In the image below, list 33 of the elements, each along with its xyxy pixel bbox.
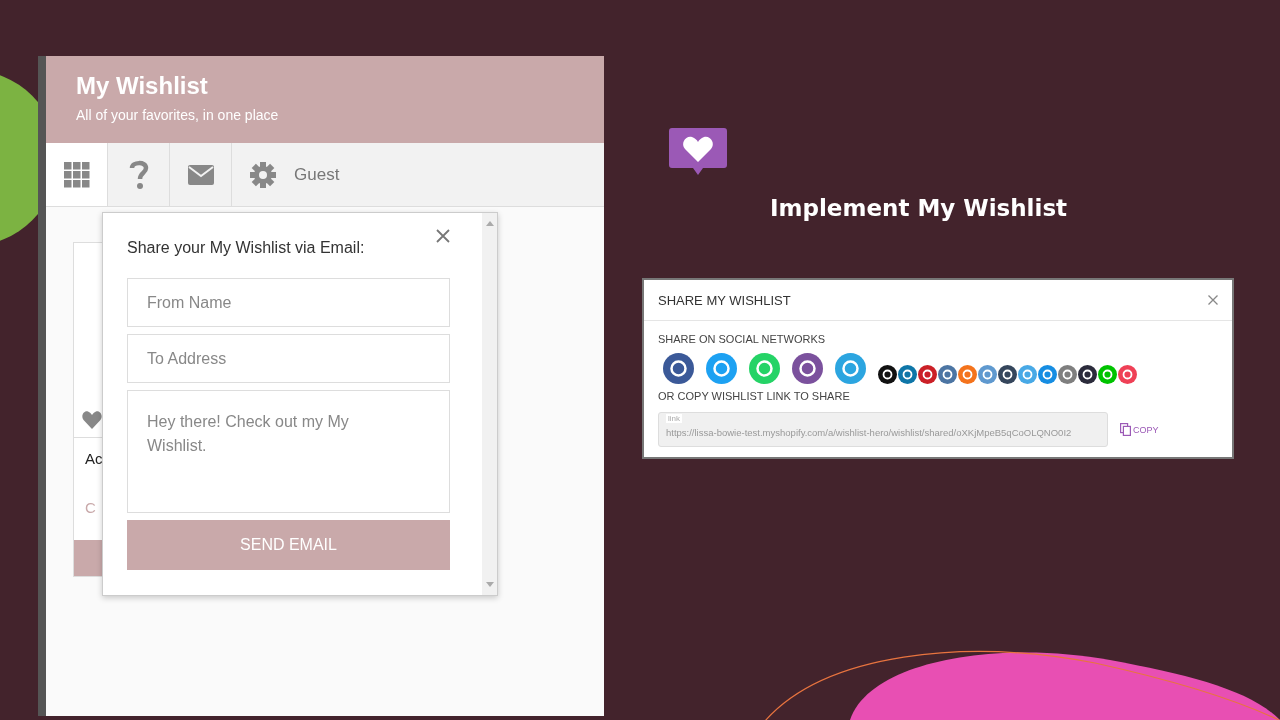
social-share-icon[interactable] bbox=[663, 353, 694, 384]
message-field[interactable]: Hey there! Check out my My Wishlist. bbox=[127, 390, 450, 513]
heart-bubble-icon bbox=[669, 128, 727, 176]
copy-button[interactable]: COPY bbox=[1120, 423, 1159, 436]
mail-icon bbox=[187, 164, 214, 185]
scroll-down-icon[interactable] bbox=[485, 582, 494, 587]
link-field[interactable]: link https://lissa-bowie-test.myshopify.com/a/wishlist-hero/wishlist/shared/oXKjMpeB5qCoOLQNO0I2 bbox=[658, 412, 1108, 447]
settings-icon bbox=[250, 161, 276, 188]
help-icon bbox=[128, 159, 149, 190]
social-share-icon[interactable] bbox=[878, 365, 897, 384]
slide-title: Implement My Wishlist bbox=[770, 195, 1069, 221]
scroll-up-icon[interactable] bbox=[485, 221, 494, 226]
scrollbar[interactable] bbox=[482, 213, 497, 595]
social-share-icon[interactable] bbox=[998, 365, 1017, 384]
copy-icon bbox=[1120, 423, 1131, 436]
panel-subtitle: All of your favorites, in one place bbox=[76, 107, 280, 123]
section-label: SHARE ON SOCIAL NETWORKS bbox=[658, 333, 827, 345]
panel-title: My Wishlist bbox=[76, 72, 209, 100]
text-field[interactable]: From Name bbox=[127, 278, 450, 327]
popup-title: Share your My Wishlist via Email: bbox=[127, 239, 365, 257]
social-share-icon[interactable] bbox=[792, 353, 823, 384]
social-share-icon[interactable] bbox=[1078, 365, 1097, 384]
section-label: OR COPY WISHLIST LINK TO SHARE bbox=[658, 390, 851, 402]
grid-icon bbox=[63, 161, 90, 188]
product-name: Ac bbox=[84, 449, 103, 467]
grid-tab[interactable] bbox=[46, 143, 108, 206]
close-icon[interactable] bbox=[1208, 295, 1218, 305]
product-price: C bbox=[84, 498, 96, 516]
close-icon[interactable] bbox=[436, 229, 450, 243]
heart-icon bbox=[82, 411, 102, 429]
text-field[interactable]: To Address bbox=[127, 334, 450, 383]
dialog-title: SHARE MY WISHLIST bbox=[658, 292, 791, 308]
send-email-button[interactable]: SEND EMAIL bbox=[127, 520, 450, 570]
